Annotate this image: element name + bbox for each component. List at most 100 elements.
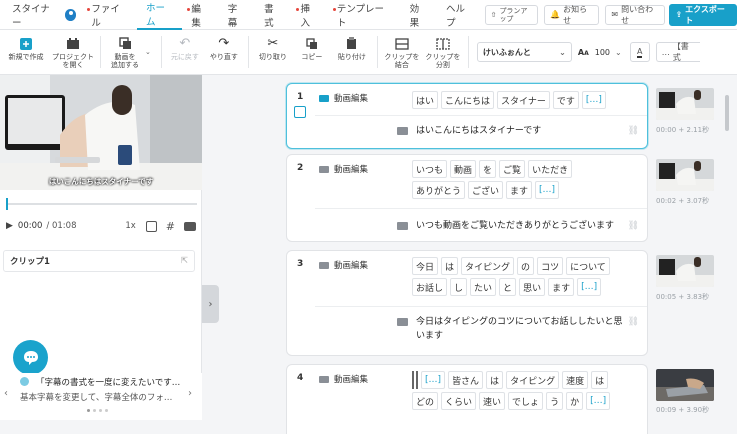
add-video-button[interactable]: 動画を 追加する [105,32,145,72]
word-token[interactable]: コツ [537,257,564,275]
carousel-dot[interactable] [93,409,96,412]
word-token[interactable]: お話し [412,278,448,296]
undo-button[interactable]: ↶ 元に戻す [166,32,204,72]
word-token[interactable]: でしょ [508,392,544,410]
menu-format[interactable]: 書式 [255,0,291,30]
clip-checkbox[interactable] [294,106,306,118]
cut-button[interactable]: ✂ 切り取り [253,32,293,72]
menu-subtitle[interactable]: 字幕 [219,0,255,30]
word-token[interactable]: 今日 [412,257,439,275]
chat-button[interactable] [13,340,48,375]
word-token[interactable]: 速い [479,392,506,410]
clip-thumbnail[interactable] [656,255,714,287]
subtitle-line[interactable]: はいこんにちはスタイナーです ⛓ [397,124,639,138]
word-token[interactable]: は [486,371,504,389]
expand-token[interactable]: […] [421,371,446,389]
menu-edit[interactable]: 編集 [182,0,218,30]
subtitle-line[interactable]: いつも動画をご覧いただきありがとうございます ⛓ [397,219,639,233]
play-icon[interactable]: ▶ [6,221,13,231]
menu-file[interactable]: ファイル [82,0,137,30]
open-project-button[interactable]: プロジェクト を開く [50,32,96,72]
word-token[interactable]: スタイナー [497,91,550,109]
word-token[interactable]: の [517,257,535,275]
carousel-dot[interactable] [87,409,90,412]
clip-title[interactable]: 動画編集 [319,259,368,271]
clip-thumbnail[interactable] [656,88,714,120]
expand-token[interactable]: […] [586,392,611,410]
word-token[interactable]: いただき [528,160,573,178]
word-token[interactable]: 思い [519,278,546,296]
subtitle-line[interactable]: 今日はタイピングのコツについてお話ししたいと思います ⛓ [397,315,639,343]
chevron-down-icon[interactable]: ⌄ [145,48,151,56]
word-token[interactable]: ござい [468,181,504,199]
word-token[interactable]: どの [412,392,439,410]
paste-button[interactable]: 貼り付け [331,32,373,72]
clip-thumbnail[interactable] [656,159,714,191]
expand-token[interactable]: […] [577,278,602,296]
carousel-dot[interactable] [99,409,102,412]
word-token[interactable]: 皆さん [448,371,484,389]
font-size-control[interactable]: AA 100 ⌄ [578,42,622,62]
expand-token[interactable]: […] [581,91,606,109]
word-token[interactable]: し [450,278,468,296]
external-link-icon[interactable]: ⇱ [181,256,188,266]
collapse-panel-button[interactable]: › [202,285,219,323]
clip-title[interactable]: 動画編集 [319,373,368,385]
new-project-button[interactable]: 新規で作成 [2,32,50,72]
clip-title[interactable]: 動画編集 [319,92,368,104]
word-token[interactable]: いつも [412,160,448,178]
subtitle-text[interactable]: 今日はタイピングのコツについてお話ししたいと思います [416,315,628,343]
scrollbar[interactable] [725,95,729,131]
word-token[interactable]: ありがとう [412,181,466,199]
menu-template[interactable]: テンプレート [328,0,401,30]
contact-button[interactable]: ✉ 問い合わせ [605,4,666,25]
word-token[interactable]: と [499,278,517,296]
word-token[interactable]: タイピング [506,371,560,389]
expand-token[interactable]: […] [535,181,560,199]
word-token[interactable]: は [441,257,459,275]
word-token[interactable]: 速度 [562,371,589,389]
word-token[interactable]: タイピング [461,257,515,275]
word-token[interactable]: ます [548,278,575,296]
word-token[interactable]: 動画 [450,160,477,178]
word-token[interactable]: う [546,392,564,410]
menu-insert[interactable]: 挿入 [291,0,327,30]
plan-up-button[interactable]: ⇧ プランア ップ [484,4,539,25]
clip-card[interactable]: 2 動画編集 いつも 動画 を ご覧 いただき ありがとう ござい ます […]… [286,154,648,242]
word-token[interactable]: を [479,160,497,178]
chevron-right-icon[interactable]: › [188,388,192,399]
font-select[interactable]: けいふぉんと ⌄ [476,42,572,62]
copy-button[interactable]: コピー [293,32,331,72]
link-icon[interactable]: ⛓ [628,315,639,329]
link-icon[interactable]: ⛓ [628,124,639,138]
speed-button[interactable]: 1x [125,221,135,231]
clip-thumbnail[interactable] [656,369,714,401]
word-token[interactable]: はい [412,91,439,109]
caption-icon[interactable] [184,221,196,231]
seek-bar[interactable] [6,198,197,210]
clip-card[interactable]: 1 動画編集 はい こんにちは スタイナー です […] はいこんにちはスタイナ… [286,83,648,149]
video-preview[interactable]: はいこんにちはスタイナーです [0,75,202,190]
clip-card[interactable]: 4 動画編集 […] 皆さん は タイピング 速度 は どの くらい 速い でし… [286,364,648,434]
word-token[interactable]: は [591,371,609,389]
menu-home[interactable]: ホーム [137,0,183,30]
seek-handle[interactable] [6,198,8,210]
word-token[interactable]: たい [470,278,497,296]
notice-button[interactable]: 🔔 お知らせ [544,4,600,25]
menu-effects[interactable]: 効果 [401,0,437,30]
menu-help[interactable]: ヘルプ [437,0,483,30]
export-button[interactable]: ⇪ エクスポート [669,3,737,26]
word-token[interactable]: について [566,257,610,275]
word-token[interactable]: ご覧 [499,160,526,178]
merge-clip-button[interactable]: クリップを 結合 [382,32,422,72]
carousel-dot[interactable] [105,409,108,412]
grid-icon[interactable]: # [166,220,175,233]
app-name[interactable]: スタイナー [0,0,67,30]
tip-card[interactable]: ‹ 「字幕の書式を一度に変えたいです… 基本字幕を変更して、字幕全体のフォ… › [0,373,202,420]
word-token[interactable]: ます [506,181,533,199]
split-clip-button[interactable]: クリップを 分割 [422,32,464,72]
redo-button[interactable]: ↷ やり直す [204,32,244,72]
word-token[interactable]: か [566,392,584,410]
clip-panel-header[interactable]: クリップ1 ⇱ [3,250,195,272]
link-icon[interactable]: ⛓ [628,219,639,233]
